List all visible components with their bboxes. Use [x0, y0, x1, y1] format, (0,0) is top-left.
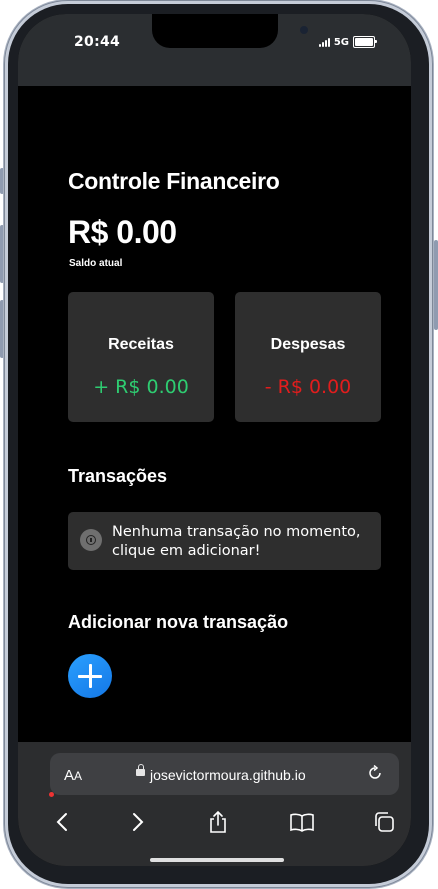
address-bar[interactable]: AA josevictormoura.github.io [50, 753, 399, 795]
notification-dot [49, 792, 54, 797]
browser-nav-row [18, 808, 411, 838]
status-bar: 20:44 5G [18, 14, 411, 86]
network-type: 5G [333, 36, 349, 48]
share-button[interactable] [204, 808, 232, 836]
status-time: 20:44 [74, 34, 121, 50]
empty-transactions-message: Nenhuma transação no momento, clique em … [68, 512, 381, 570]
bookmarks-button[interactable] [288, 808, 316, 836]
add-transaction-title: Adicionar nova transação [68, 612, 289, 632]
signal-icon [318, 37, 330, 47]
status-indicators: 5G [318, 36, 377, 48]
camera-icon [300, 26, 308, 34]
page-title: Controle Financeiro [68, 168, 280, 194]
expense-label: Despesas [270, 336, 346, 353]
share-icon [210, 810, 226, 833]
transactions-title: Transações [68, 466, 168, 486]
balance-value: R$ 0.00 [68, 214, 177, 250]
tabs-icon [375, 812, 394, 832]
reload-icon[interactable] [367, 765, 383, 781]
url-text[interactable]: josevictormoura.github.io [150, 767, 306, 783]
balance-label: Saldo atual [69, 258, 123, 269]
info-icon [80, 529, 102, 551]
lock-icon [136, 764, 145, 776]
phone-screen: 20:44 5G Controle Financeiro R$ 0.00 Sal… [18, 14, 411, 866]
browser-toolbar: AA josevictormoura.github.io [18, 742, 411, 866]
empty-message-text: Nenhuma transação no momento, clique em … [112, 524, 361, 559]
back-button[interactable] [48, 808, 76, 836]
text-size-button[interactable]: AA [64, 767, 82, 784]
phone-frame: 20:44 5G Controle Financeiro R$ 0.00 Sal… [4, 0, 433, 888]
dynamic-notch [152, 14, 308, 48]
back-icon [56, 813, 67, 831]
income-value: + R$ 0.00 [93, 376, 189, 398]
income-label: Receitas [108, 336, 174, 353]
expense-card: Despesas - R$ 0.00 [235, 292, 381, 422]
plus-icon [78, 664, 102, 688]
expense-value: - R$ 0.00 [264, 376, 352, 398]
power-button [434, 240, 438, 330]
forward-button[interactable] [124, 808, 152, 836]
forward-icon [133, 813, 144, 831]
income-card: Receitas + R$ 0.00 [68, 292, 214, 422]
home-indicator [150, 858, 284, 862]
bookmarks-icon [290, 813, 314, 832]
add-transaction-button[interactable] [68, 654, 112, 698]
battery-icon [353, 36, 377, 48]
tabs-button[interactable] [370, 808, 398, 836]
